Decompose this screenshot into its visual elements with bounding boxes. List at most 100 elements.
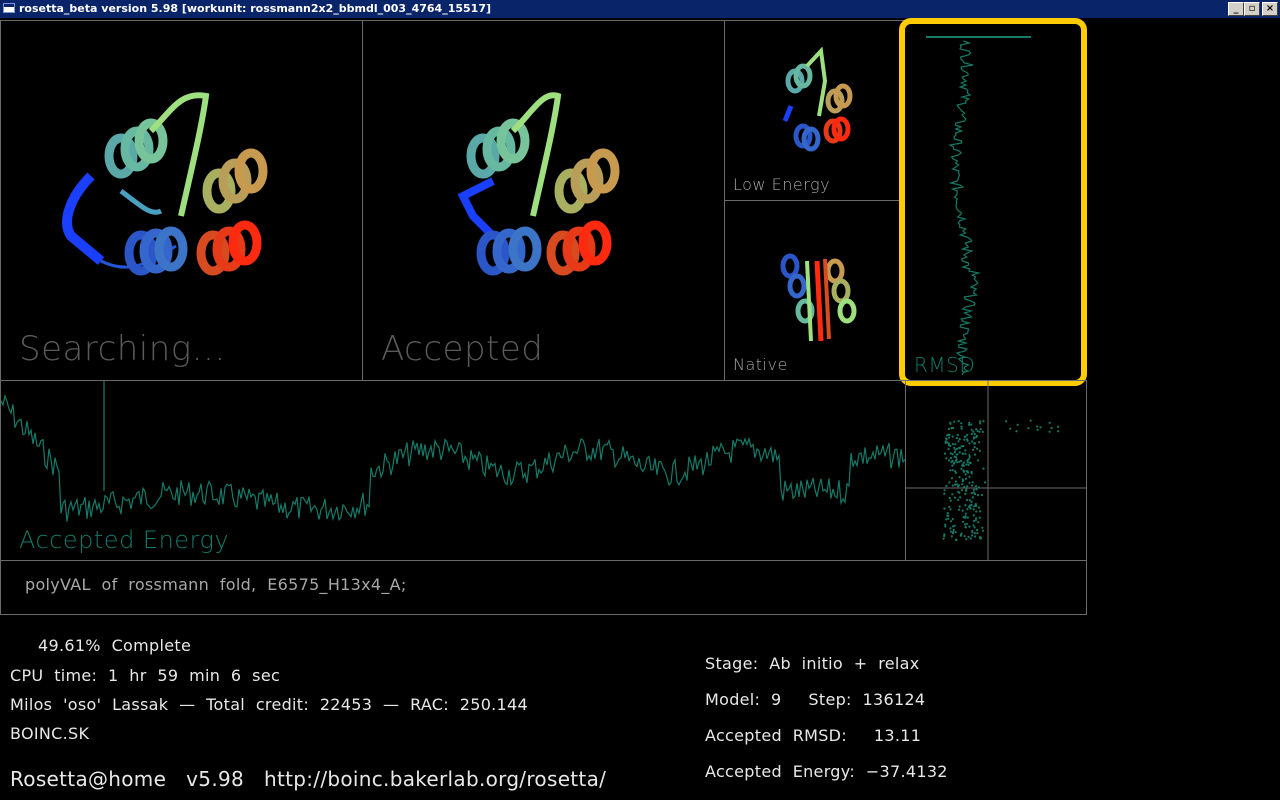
scatter-point: [964, 449, 967, 452]
scatter-point: [962, 461, 965, 464]
scatter-point: [950, 520, 953, 523]
scatter-point: [970, 503, 973, 506]
scatter-point: [952, 462, 955, 465]
scatter-point: [971, 531, 974, 534]
scatter-point: [958, 438, 961, 441]
scatter-point: [960, 425, 963, 428]
scatter-point: [954, 471, 957, 474]
scatter-point: [949, 421, 952, 424]
restore-button[interactable]: ▫: [1244, 2, 1260, 16]
scatter-point: [951, 484, 954, 487]
scatter-point: [970, 423, 973, 426]
scatter-point: [977, 459, 980, 462]
scatter-point: [949, 499, 952, 502]
close-button[interactable]: ×: [1262, 2, 1278, 16]
scatter-point: [956, 485, 960, 488]
scatter-point: [948, 496, 951, 500]
scatter-point: [1015, 430, 1018, 433]
scatter-point: [977, 506, 981, 509]
scatter-point: [957, 440, 960, 443]
scatter-point: [975, 510, 978, 513]
scatter-point: [970, 484, 974, 487]
scatter-point: [1050, 427, 1053, 430]
scatter-point: [961, 452, 964, 455]
scatter-point: [960, 467, 963, 470]
scatter-point: [965, 538, 968, 541]
scatter-point: [1048, 421, 1051, 424]
scatter-point: [970, 428, 973, 431]
scatter-point: [968, 499, 971, 502]
workunit-description-bar: polyVAL of rossmann fold, E6575_H13x4_A;: [0, 560, 1087, 615]
scatter-point: [943, 507, 946, 510]
scatter-point: [946, 514, 949, 517]
scatter-point: [974, 535, 977, 538]
scatter-point: [984, 481, 987, 484]
scatter-point: [966, 433, 969, 436]
scatter-point: [954, 480, 957, 483]
window-titlebar[interactable]: rosetta_beta version 5.98 [workunit: ros…: [0, 0, 1280, 18]
scatter-point: [966, 439, 969, 442]
scatter-point: [976, 532, 979, 535]
searching-label: Searching...: [19, 329, 226, 369]
scatter-point: [972, 488, 976, 491]
scatter-point: [942, 537, 945, 540]
scatter-point: [964, 452, 967, 455]
scatter-point: [958, 451, 961, 454]
scatter-point: [1036, 428, 1039, 431]
scatter-point: [964, 477, 967, 480]
scatter-point: [947, 447, 950, 450]
scatter-point: [967, 463, 970, 466]
scatter-point: [961, 483, 964, 486]
scatter-point: [952, 525, 955, 528]
accepted-label: Accepted: [381, 329, 544, 369]
scatter-point: [982, 420, 985, 423]
scatter-point: [956, 461, 959, 464]
scatter-point: [977, 486, 980, 489]
scatter-point: [957, 420, 960, 423]
scatter-point: [966, 516, 969, 519]
scatter-point: [955, 437, 958, 440]
low-energy-label: Low Energy: [733, 175, 831, 194]
scatter-point: [961, 509, 964, 512]
scatter-point: [950, 461, 953, 464]
scatter-point: [972, 519, 976, 523]
accepted-energy-label: Accepted Energy: [19, 526, 230, 554]
scatter-point: [945, 457, 948, 460]
scatter-point: [970, 472, 973, 475]
scatter-point: [954, 531, 957, 534]
scatter-point: [947, 459, 950, 462]
scatter-point: [973, 532, 976, 535]
rmsd-highlight-box: [899, 18, 1087, 386]
accepted-energy-info: Accepted Energy: −37.4132: [705, 762, 948, 781]
scatter-point: [974, 453, 977, 456]
scatter-point: [944, 441, 947, 444]
minimize-button[interactable]: _: [1228, 2, 1244, 16]
scatter-point: [974, 485, 978, 488]
scatter-point: [976, 494, 980, 497]
searching-protein-structure: [62, 92, 268, 276]
scatter-point: [947, 433, 950, 436]
scatter-point: [951, 464, 954, 467]
scatter-point: [976, 447, 979, 450]
scatter-point: [958, 505, 961, 508]
scatter-point: [1005, 420, 1008, 423]
scatter-point: [972, 436, 976, 439]
scatter-point: [954, 456, 957, 459]
scatter-point: [963, 485, 966, 488]
scatter-point: [960, 459, 963, 462]
searching-panel: Searching...: [0, 20, 363, 381]
scatter-point: [951, 531, 955, 535]
scatter-point: [965, 470, 968, 473]
scatter-point: [949, 527, 952, 530]
scatter-point: [968, 423, 971, 426]
scatter-point: [975, 504, 978, 508]
scatter-point: [954, 538, 958, 541]
scatter-point: [977, 521, 980, 524]
scatter-point: [968, 442, 971, 445]
scatter-point: [965, 499, 968, 502]
model-step-info: Model: 9 Step: 136124: [705, 690, 926, 709]
scatter-point: [972, 514, 975, 517]
scatter-point: [971, 481, 974, 484]
scatter-point: [958, 491, 961, 494]
workunit-description: polyVAL of rossmann fold, E6575_H13x4_A;: [25, 575, 407, 594]
